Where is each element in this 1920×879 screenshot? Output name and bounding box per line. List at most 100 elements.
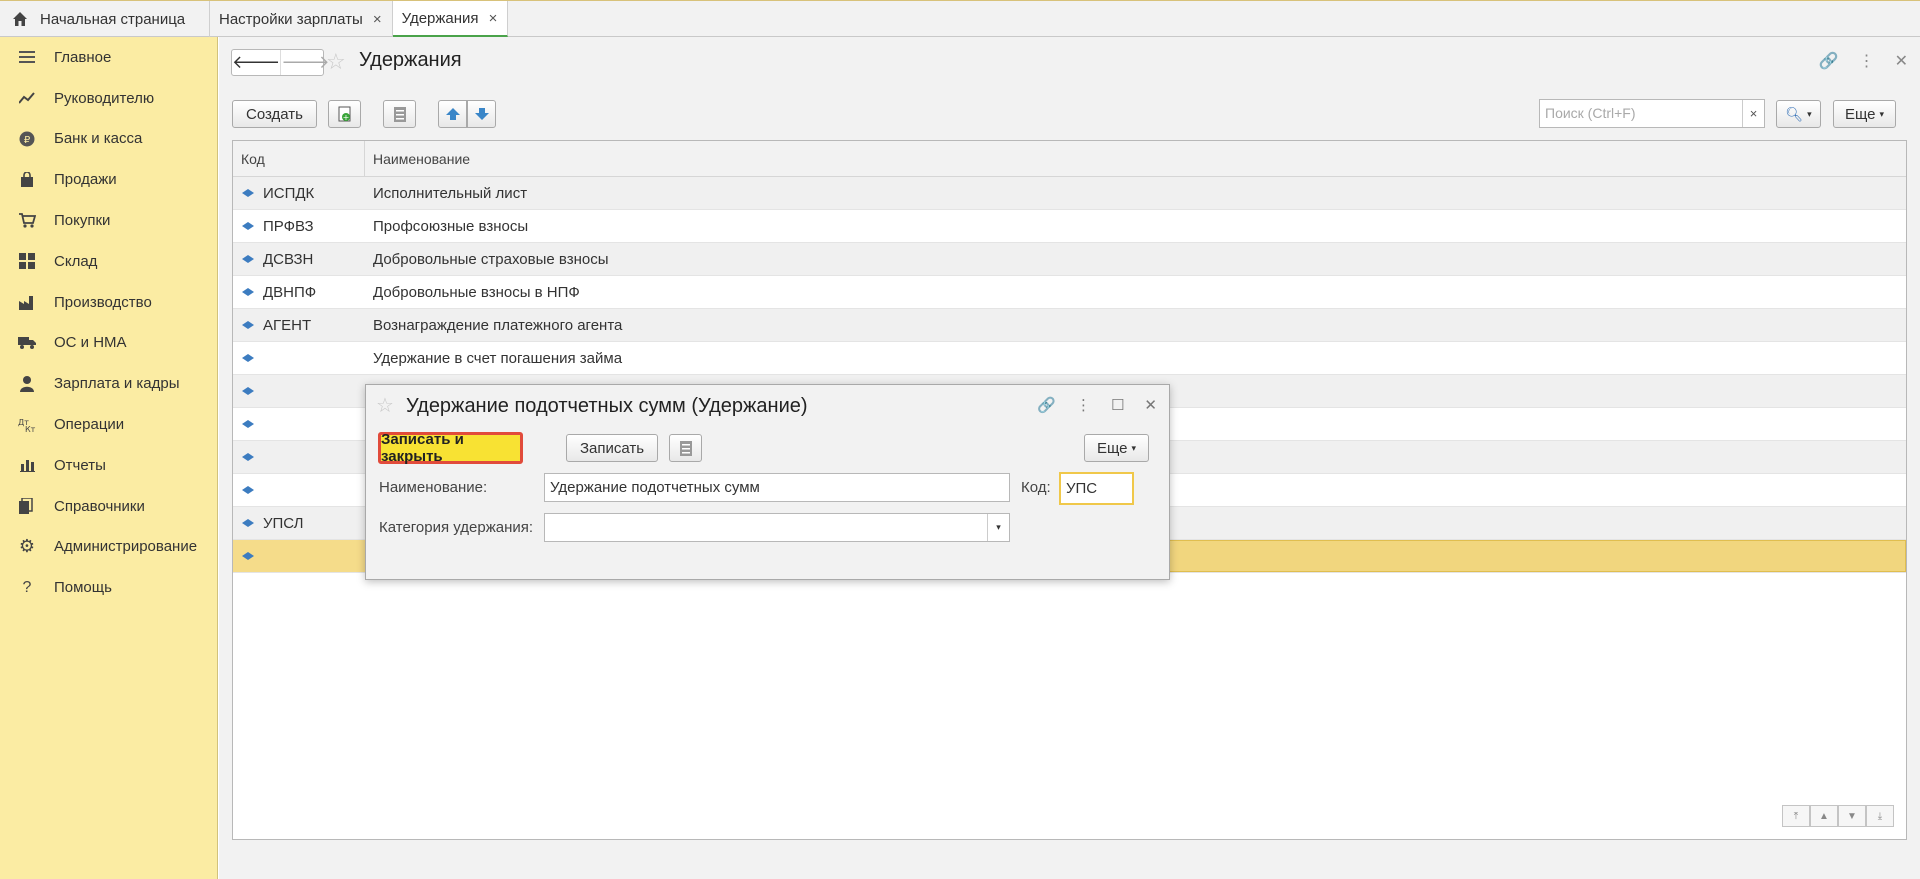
sidebar-item-label: Зарплата и кадры — [54, 375, 180, 393]
scroll-up-icon[interactable]: ▲ — [1810, 805, 1838, 827]
chevron-down-icon[interactable]: ▾ — [987, 514, 1009, 541]
dialog-more-button[interactable]: Еще ▾ — [1084, 434, 1149, 462]
cell-name: Исполнительный лист — [373, 184, 528, 202]
link-icon[interactable]: 🔗 — [1037, 396, 1056, 414]
arrow-up-icon — [445, 108, 460, 120]
item-diamond-icon — [242, 321, 254, 329]
save-and-close-button[interactable]: Записать и закрыть — [378, 431, 523, 465]
sidebar-item-assets[interactable]: ОС и НМА — [0, 323, 217, 364]
more-button-label: Еще — [1096, 439, 1128, 457]
close-icon[interactable]: ✕ — [1144, 396, 1157, 414]
sidebar-item-main[interactable]: Главное — [0, 37, 217, 78]
copy-button[interactable]: + — [328, 100, 361, 128]
scroll-down-icon[interactable]: ▼ — [1838, 805, 1866, 827]
move-down-button[interactable] — [467, 100, 496, 128]
sidebar-item-catalogs[interactable]: Справочники — [0, 486, 217, 527]
tab-bar: Начальная страница Настройки зарплаты × … — [0, 0, 1920, 37]
back-button[interactable]: 🡐 — [232, 50, 280, 75]
cell-code: ИСПДК — [263, 184, 315, 202]
sidebar-item-label: Помощь — [54, 579, 112, 597]
list-settings-button[interactable] — [383, 100, 416, 128]
item-diamond-icon — [242, 222, 254, 230]
sidebar-item-sales[interactable]: Продажи — [0, 159, 217, 200]
sidebar-item-manager[interactable]: Руководителю — [0, 78, 217, 119]
sidebar-item-help[interactable]: ? Помощь — [0, 567, 217, 608]
save-button[interactable]: Записать — [566, 434, 658, 462]
column-header-code[interactable]: Код — [233, 141, 365, 176]
more-button[interactable]: Еще ▾ — [1833, 100, 1896, 128]
table-row[interactable]: Удержание в счет погашения займа — [233, 342, 1906, 375]
name-field[interactable]: Удержание подотчетных сумм — [544, 473, 1010, 502]
category-select[interactable]: ▾ — [544, 513, 1010, 542]
sidebar-item-operations[interactable]: Дт Кт Операции — [0, 404, 217, 445]
sidebar-item-purchases[interactable]: Покупки — [0, 200, 217, 241]
cell-name: Удержание в счет погашения займа — [373, 349, 623, 367]
cell-name: Добровольные взносы в НПФ — [373, 283, 580, 301]
table-row[interactable]: ИСПДК Исполнительный лист — [233, 177, 1906, 210]
cell-name: Профсоюзные взносы — [373, 217, 529, 235]
tab-salary-settings[interactable]: Настройки зарплаты × — [210, 1, 393, 37]
close-icon[interactable]: ✕ — [1895, 51, 1908, 71]
deduction-dialog: ☆ Удержание подотчетных сумм (Удержание)… — [365, 384, 1170, 580]
chevron-down-icon: ▾ — [1131, 442, 1137, 453]
item-diamond-icon — [242, 255, 254, 263]
item-diamond-icon — [242, 420, 254, 428]
sidebar-item-reports[interactable]: Отчеты — [0, 445, 217, 486]
clear-search-icon[interactable]: × — [1742, 100, 1764, 127]
forward-button[interactable]: 🡒 — [280, 50, 330, 75]
person-icon — [18, 375, 36, 393]
category-field-label: Категория удержания: — [379, 519, 534, 536]
tab-label: Удержания — [401, 9, 479, 27]
list-settings-button[interactable] — [669, 434, 702, 462]
link-icon[interactable]: 🔗 — [1819, 51, 1839, 71]
code-field-label: Код: — [1021, 479, 1051, 496]
scroll-top-icon[interactable]: ⤒ — [1782, 805, 1810, 827]
sidebar-item-label: Справочники — [54, 497, 145, 515]
list-scroll-buttons: ⤒ ▲ ▼ ⤓ — [1782, 805, 1894, 827]
truck-icon — [18, 334, 36, 352]
list-icon — [393, 106, 406, 122]
item-diamond-icon — [242, 552, 254, 560]
tab-label: Настройки зарплаты — [219, 10, 363, 28]
column-header-name[interactable]: Наименование — [365, 141, 470, 176]
cell-code: АГЕНТ — [263, 316, 312, 334]
more-vert-icon[interactable]: ⋮ — [1859, 51, 1875, 71]
sidebar-item-label: Склад — [54, 252, 98, 270]
sidebar-item-label: Отчеты — [54, 456, 106, 474]
item-diamond-icon — [242, 486, 254, 494]
item-diamond-icon — [242, 453, 254, 461]
search-button[interactable]: 🔍︎ ▾ — [1776, 100, 1821, 128]
search-input[interactable]: Поиск (Ctrl+F) × — [1539, 99, 1765, 128]
sidebar-item-label: Операции — [54, 416, 125, 434]
factory-icon — [18, 293, 36, 311]
maximize-icon[interactable]: ☐ — [1111, 396, 1124, 414]
table-row[interactable]: АГЕНТ Вознаграждение платежного агента — [233, 309, 1906, 342]
sidebar-item-bank[interactable]: ₽ Банк и касса — [0, 119, 217, 160]
sidebar-item-admin[interactable]: ⚙ Администрирование — [0, 527, 217, 568]
search-icon: 🔍︎ — [1785, 105, 1804, 122]
more-vert-icon[interactable]: ⋮ — [1076, 396, 1091, 414]
close-icon[interactable]: × — [489, 10, 498, 27]
menu-icon — [18, 48, 36, 66]
table-row[interactable]: ДВНПФ Добровольные взносы в НПФ — [233, 276, 1906, 309]
chevron-down-icon: ▾ — [1879, 108, 1885, 119]
scroll-bottom-icon[interactable]: ⤓ — [1866, 805, 1894, 827]
favorite-star-icon[interactable]: ☆ — [326, 49, 346, 75]
table-row[interactable]: ПРФВЗ Профсоюзные взносы — [233, 210, 1906, 243]
arrow-down-icon — [474, 108, 489, 120]
tab-home[interactable]: Начальная страница — [0, 1, 210, 37]
move-up-button[interactable] — [438, 100, 467, 128]
sidebar-item-warehouse[interactable]: Склад — [0, 241, 217, 282]
sidebar-item-production[interactable]: Производство — [0, 282, 217, 323]
name-field-label: Наименование: — [379, 479, 488, 496]
copy-add-icon: + — [338, 106, 350, 122]
item-diamond-icon — [242, 189, 254, 197]
create-button[interactable]: Создать — [232, 100, 317, 128]
create-button-label: Создать — [245, 105, 303, 123]
favorite-star-icon[interactable]: ☆ — [376, 393, 394, 418]
sidebar-item-payroll[interactable]: Зарплата и кадры — [0, 363, 217, 404]
code-field[interactable]: УПС — [1059, 472, 1134, 505]
table-row[interactable]: ДСВЗН Добровольные страховые взносы — [233, 243, 1906, 276]
tab-deductions[interactable]: Удержания × — [392, 1, 509, 37]
close-icon[interactable]: × — [373, 11, 382, 28]
